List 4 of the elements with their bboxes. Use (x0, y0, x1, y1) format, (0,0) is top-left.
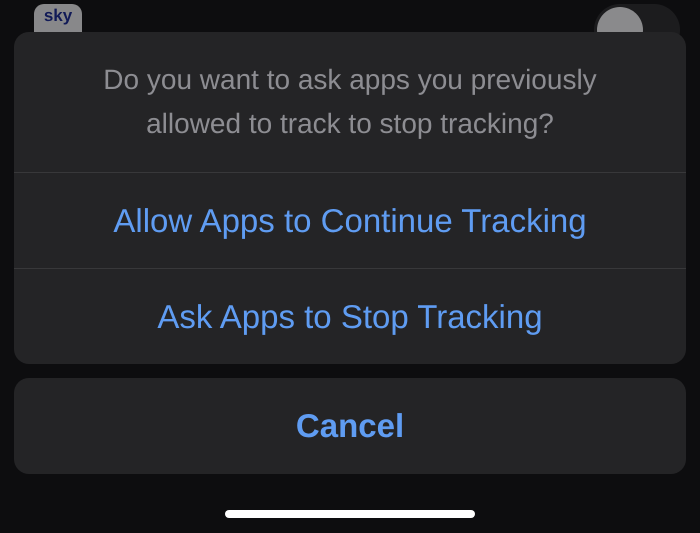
action-button[interactable]: Allow Apps to Continue Tracking (14, 172, 686, 268)
action-button[interactable]: Ask Apps to Stop Tracking (14, 268, 686, 364)
sheet-message: Do you want to ask apps you previously allowed to track to stop tracking? (102, 63, 598, 141)
cancel-button[interactable]: Cancel (14, 378, 686, 474)
